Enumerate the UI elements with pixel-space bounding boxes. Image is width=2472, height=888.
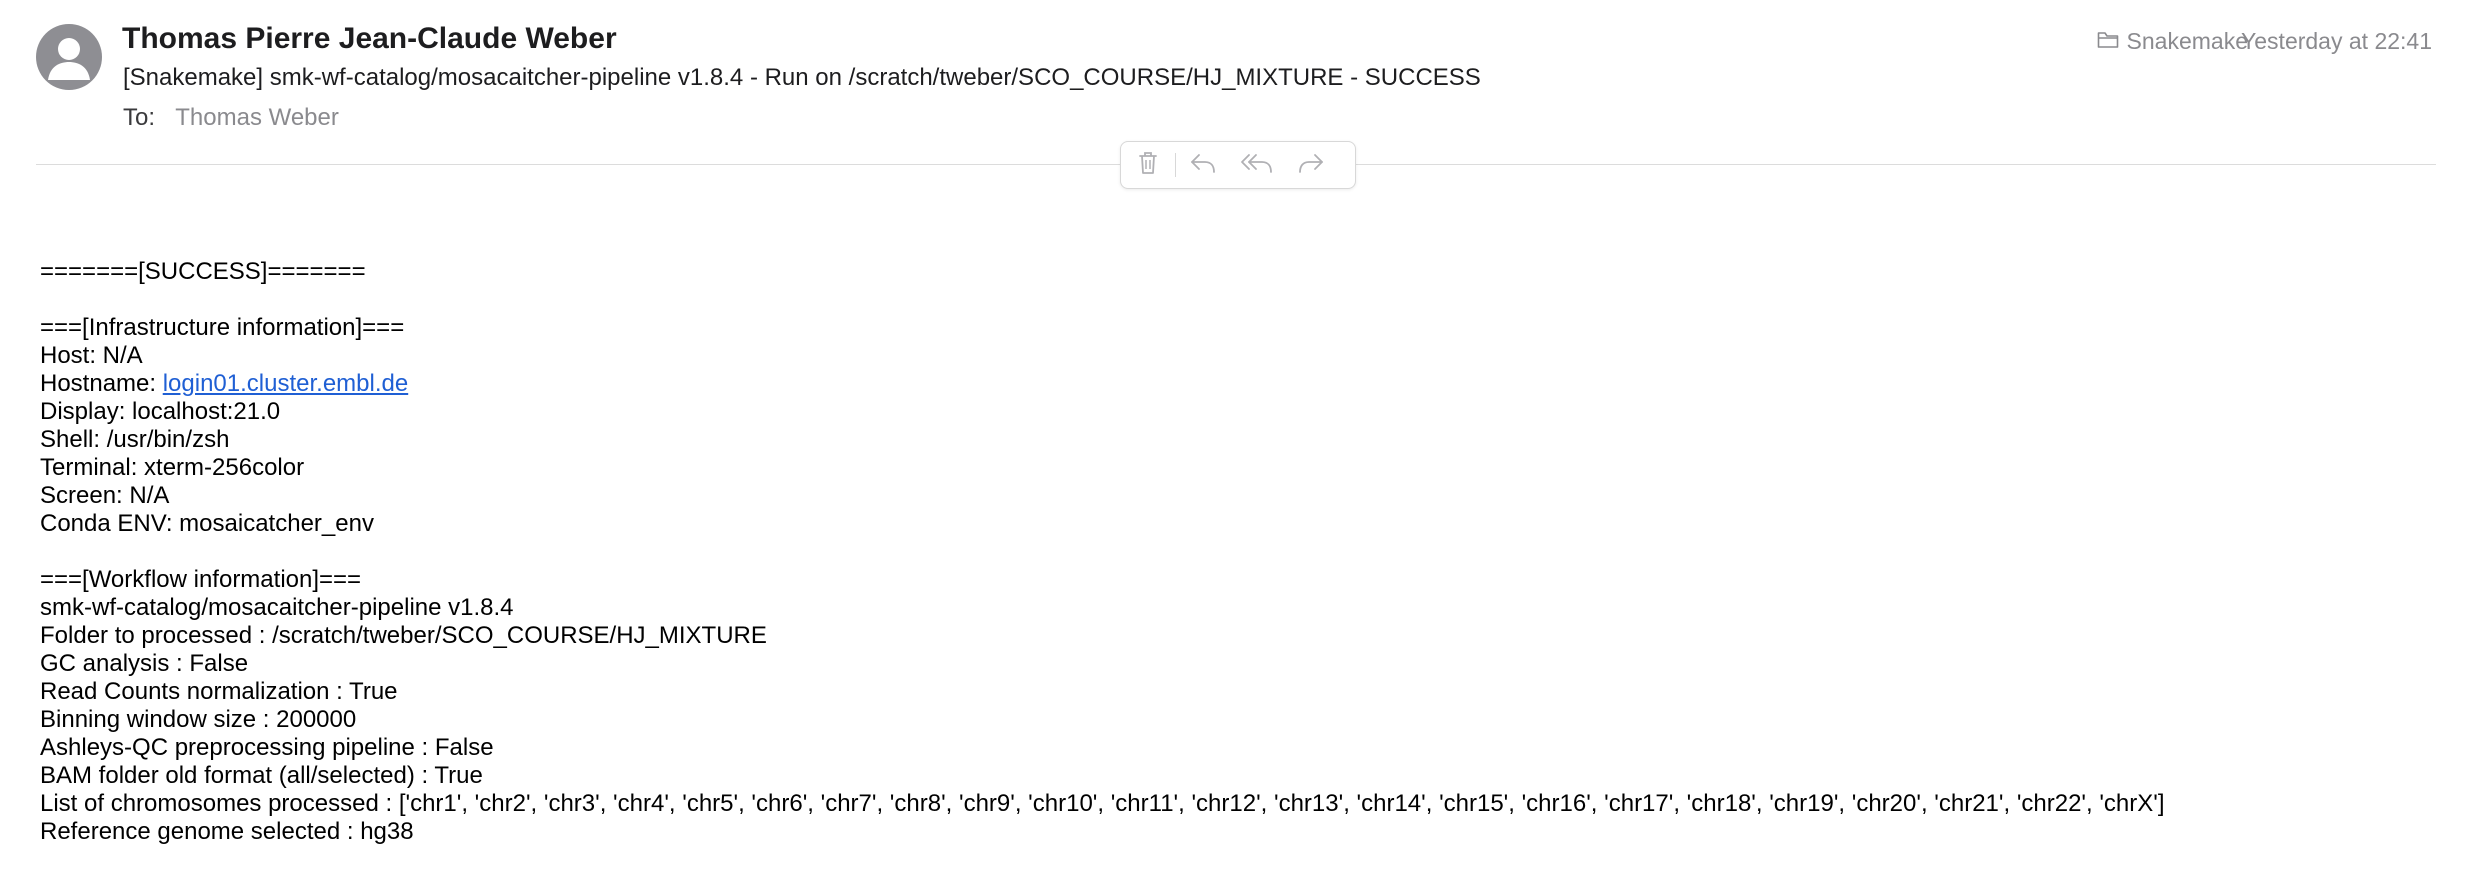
display-line: Display: localhost:21.0 [40,398,281,425]
forward-button[interactable] [1284,142,1338,188]
conda-line: Conda ENV: mosaicatcher_env [40,510,374,537]
mailbox-name: Snakemake [2126,28,2248,54]
shell-line: Shell: /usr/bin/zsh [40,426,230,453]
message-body: =======[SUCCESS]======= ===[Infrastructu… [40,258,2165,846]
reply-icon [1189,152,1217,179]
ashleys-line: Ashleys-QC preprocessing pipeline : Fals… [40,734,494,761]
forward-icon [1297,152,1325,179]
bam-format-line: BAM folder old format (all/selected) : T… [40,762,483,789]
binning-line: Binning window size : 200000 [40,706,357,733]
received-date: Yesterday at 22:41 [2241,28,2432,54]
chromosomes-line: List of chromosomes processed : ['chr1',… [40,790,2165,817]
host-line: Host: N/A [40,342,143,369]
hostname-label: Hostname: [40,370,163,397]
hostname-line: Hostname: login01.cluster.embl.de [40,370,2165,398]
message-toolbar [1120,141,1356,189]
recipient-name[interactable]: Thomas Weber [175,104,339,131]
avatar [36,24,102,90]
trash-icon [1137,150,1159,181]
mailbox-indicator[interactable]: Snakemake [2097,28,2248,55]
folder-line: Folder to processed : /scratch/tweber/SC… [40,622,767,649]
reference-line: Reference genome selected : hg38 [40,818,414,845]
workflow-header: ===[Workflow information]=== [40,566,362,593]
reply-all-button[interactable] [1230,142,1284,188]
gc-analysis-line: GC analysis : False [40,650,249,677]
terminal-line: Terminal: xterm-256color [40,454,305,481]
pipeline-line: smk-wf-catalog/mosacaitcher-pipeline v1.… [40,594,514,621]
folder-icon [2097,28,2119,55]
infrastructure-header: ===[Infrastructure information]=== [40,314,405,341]
read-counts-line: Read Counts normalization : True [40,678,398,705]
hostname-link[interactable]: login01.cluster.embl.de [163,370,408,397]
sender-name[interactable]: Thomas Pierre Jean-Claude Weber [122,22,617,56]
status-line: =======[SUCCESS]======= [40,258,366,285]
subject-line: [Snakemake] smk-wf-catalog/mosacaitcher-… [123,64,1481,91]
screen-line: Screen: N/A [40,482,170,509]
to-label: To: [123,104,156,131]
message-header: Thomas Pierre Jean-Claude Weber [Snakema… [0,0,2472,189]
person-icon [48,38,90,80]
reply-button[interactable] [1176,142,1230,188]
reply-all-icon [1240,152,1274,179]
recipient-row: To: Thomas Weber [123,104,339,132]
delete-button[interactable] [1121,142,1175,188]
